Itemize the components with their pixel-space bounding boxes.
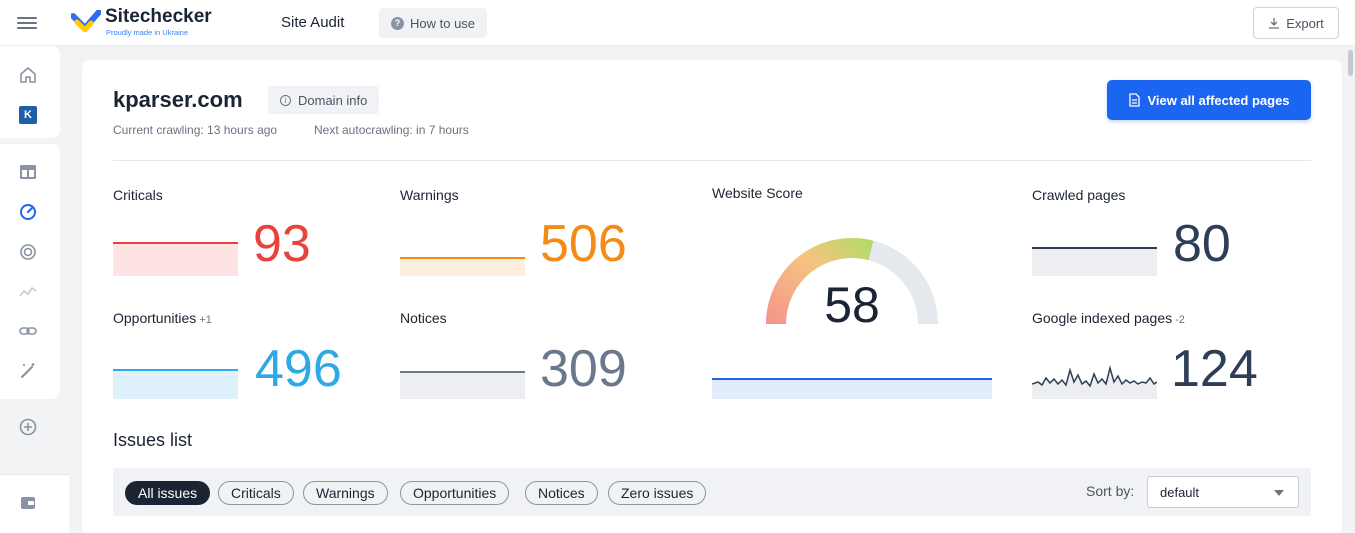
warnings-value[interactable]: 506: [540, 218, 627, 270]
how-to-use-button[interactable]: ? How to use: [379, 8, 488, 38]
sidebar: K: [0, 46, 69, 533]
opportunities-sparkline: [113, 369, 238, 399]
criticals-sparkline: [113, 242, 238, 276]
filter-all-issues[interactable]: All issues: [125, 481, 211, 505]
warnings-label: Warnings: [400, 187, 459, 203]
domain-title: kparser.com: [113, 87, 243, 112]
chevron-down-icon: [1274, 490, 1284, 496]
brand-tagline: Proudly made in Ukraine: [106, 28, 189, 37]
question-icon: ?: [391, 16, 404, 30]
google-indexed-label: Google indexed pages -2: [1032, 310, 1185, 326]
add-icon[interactable]: [16, 415, 40, 439]
crawled-pages-sparkline: [1032, 247, 1157, 276]
backlinks-icon[interactable]: [16, 319, 40, 343]
opportunities-delta: +1: [199, 314, 212, 326]
crawled-pages-label: Crawled pages: [1032, 187, 1126, 203]
download-icon: [1269, 18, 1280, 29]
website-score-value: 58: [824, 277, 880, 333]
google-indexed-sparkline: [1032, 365, 1157, 399]
app-title: Site Audit: [281, 14, 345, 31]
document-icon: [1129, 93, 1141, 107]
brand-name: Sitechecker: [105, 6, 212, 27]
hamburger-menu-icon[interactable]: [17, 14, 37, 32]
opportunities-label: Opportunities +1: [113, 310, 212, 326]
website-score-label: Website Score: [712, 185, 803, 201]
rank-tracker-icon[interactable]: [16, 240, 40, 264]
logo-mark-icon: [71, 10, 101, 32]
google-indexed-value[interactable]: 124: [1171, 343, 1258, 395]
warnings-sparkline: [400, 257, 525, 276]
scrollbar-thumb[interactable]: [1348, 50, 1353, 76]
crawled-pages-value[interactable]: 80: [1173, 218, 1231, 270]
logo[interactable]: Sitechecker Proudly made in Ukraine: [71, 6, 231, 40]
magic-wand-icon[interactable]: [16, 359, 40, 383]
info-icon: i: [280, 94, 291, 106]
dashboard-icon[interactable]: [16, 160, 40, 184]
export-button[interactable]: Export: [1253, 7, 1339, 39]
notices-sparkline: [400, 371, 525, 399]
filter-warnings[interactable]: Warnings: [303, 481, 388, 505]
home-icon[interactable]: [16, 63, 40, 87]
notices-value[interactable]: 309: [540, 343, 627, 395]
sort-by-label: Sort by:: [1086, 483, 1135, 499]
top-bar: Sitechecker Proudly made in Ukraine Site…: [0, 0, 1355, 46]
filter-notices[interactable]: Notices: [525, 481, 598, 505]
view-all-label: View all affected pages: [1147, 92, 1290, 108]
view-all-affected-pages-button[interactable]: View all affected pages: [1107, 80, 1311, 120]
filter-opportunities[interactable]: Opportunities: [400, 481, 510, 505]
notices-label: Notices: [400, 310, 447, 326]
sidebar-bottom: [0, 474, 69, 533]
sort-select[interactable]: default: [1147, 476, 1299, 508]
filter-zero-issues[interactable]: Zero issues: [608, 481, 707, 505]
divider: [113, 160, 1311, 161]
site-audit-icon[interactable]: [16, 200, 40, 224]
current-crawling: Current crawling: 13 hours ago: [113, 123, 278, 137]
domain-info-button[interactable]: i Domain info: [268, 86, 380, 114]
next-autocrawling: Next autocrawling: in 7 hours: [314, 123, 469, 137]
website-score-sparkline: [712, 378, 992, 399]
analytics-icon[interactable]: [16, 280, 40, 304]
opportunities-value[interactable]: 496: [255, 343, 342, 395]
sort-value: default: [1160, 484, 1200, 500]
domain-info-label: Domain info: [298, 92, 368, 108]
issues-filter-bar: All issues Criticals Warnings Opportunit…: [113, 468, 1311, 516]
project-badge[interactable]: K: [16, 103, 40, 127]
how-to-use-label: How to use: [410, 15, 476, 31]
scrollbar[interactable]: [1346, 46, 1355, 533]
filter-criticals[interactable]: Criticals: [218, 481, 294, 505]
wallet-icon[interactable]: [16, 491, 40, 515]
export-label: Export: [1286, 15, 1324, 31]
issues-list-title: Issues list: [113, 430, 193, 450]
audit-card: kparser.com i Domain info Current crawli…: [82, 60, 1342, 533]
google-indexed-delta: -2: [1175, 314, 1185, 326]
criticals-label: Criticals: [113, 187, 163, 203]
criticals-value[interactable]: 93: [253, 218, 311, 270]
